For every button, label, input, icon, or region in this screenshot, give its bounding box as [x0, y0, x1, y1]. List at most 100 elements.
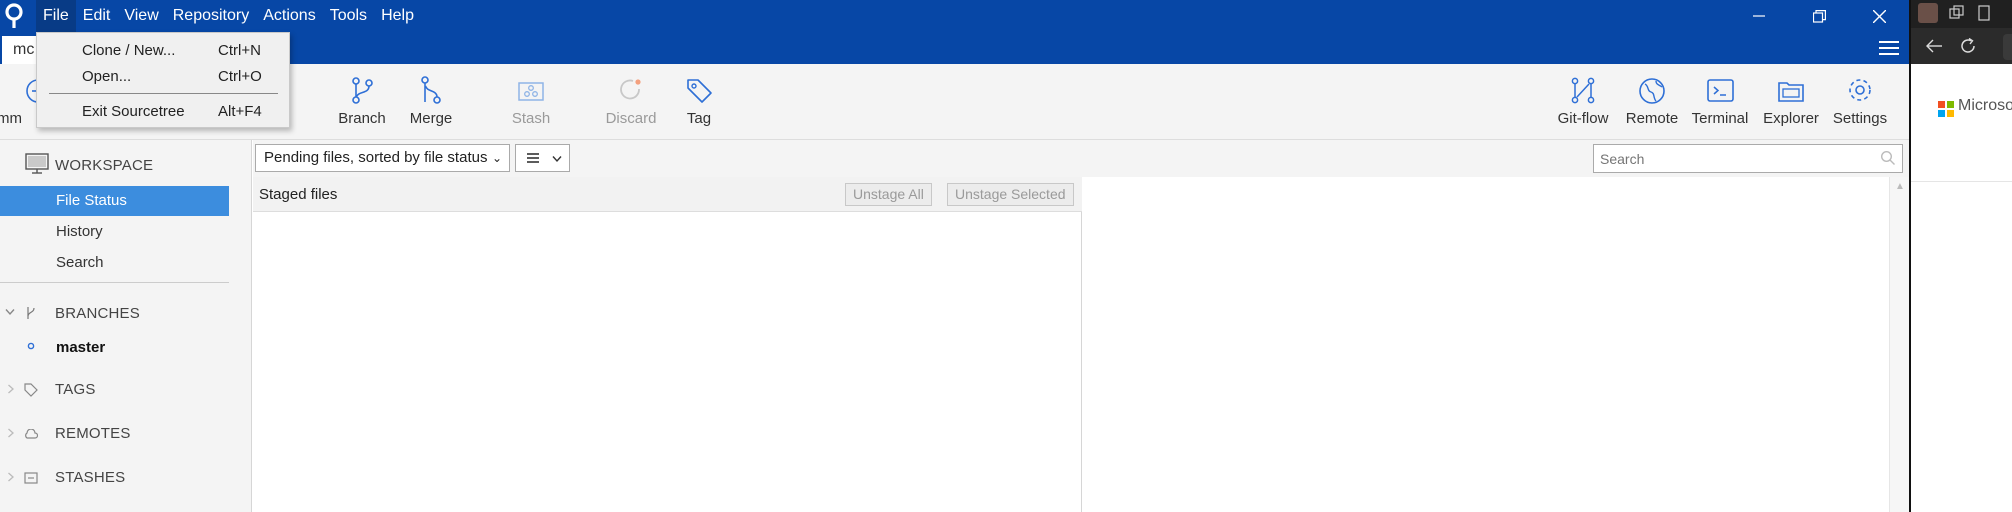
branch-small-icon: [27, 307, 35, 319]
sidebar: WORKSPACE File Status History Search BRA…: [0, 140, 252, 512]
menu-bar: File Edit View Repository Actions Tools …: [36, 0, 421, 32]
diff-pane: [1083, 177, 1889, 512]
minimize-icon: [1753, 15, 1765, 17]
search-icon: [1880, 150, 1895, 165]
window-controls: [1729, 0, 1909, 32]
page-divider: [1911, 181, 2012, 182]
menu-item-shortcut: Ctrl+O: [218, 68, 262, 85]
sidebar-divider: [0, 282, 229, 283]
stashes-header[interactable]: STASHES: [55, 469, 125, 486]
search-input[interactable]: [1594, 145, 1864, 172]
tags-header[interactable]: TAGS: [55, 381, 96, 398]
menu-item-label: Exit Sourcetree: [82, 103, 185, 120]
stash-label: Stash: [511, 110, 551, 127]
menu-item-label: Open...: [82, 68, 132, 85]
settings-label: Settings: [1832, 110, 1888, 127]
microsoft-logo-icon: [1938, 101, 1954, 117]
terminal-icon: [1707, 79, 1734, 102]
brand-text: Microso: [1958, 97, 2012, 114]
menu-item-shortcut: Ctrl+N: [218, 42, 261, 59]
unstage-selected-button[interactable]: Unstage Selected: [947, 183, 1074, 206]
tag-icon: [687, 79, 712, 103]
cloud-icon: [25, 429, 38, 439]
staged-files-title: Staged files: [259, 186, 338, 203]
browser-tab-strip: [1911, 0, 2012, 28]
staged-files-pane: Staged files Unstage All Unstage Selecte…: [253, 177, 1082, 512]
tag-label: Tag: [686, 110, 712, 127]
unstage-all-button[interactable]: Unstage All: [845, 183, 932, 206]
chevron-right-icon[interactable]: [7, 384, 15, 394]
chevron-down-icon[interactable]: [5, 308, 15, 316]
menu-item-clone-new[interactable]: Clone / New... Ctrl+N: [37, 38, 289, 64]
staged-files-header: Staged files Unstage All Unstage Selecte…: [253, 177, 1082, 212]
menu-actions[interactable]: Actions: [256, 0, 322, 32]
collections-icon[interactable]: [1948, 4, 1966, 22]
menu-file[interactable]: File: [36, 0, 76, 32]
branches-header[interactable]: BRANCHES: [55, 305, 140, 322]
file-sort-value: Pending files, sorted by file status: [264, 149, 488, 166]
merge-label: Merge: [409, 110, 453, 127]
search-field[interactable]: [1593, 144, 1903, 173]
menu-item-shortcut: Alt+F4: [218, 103, 262, 120]
gear-icon: [1849, 79, 1871, 101]
stash-button[interactable]: Stash: [486, 74, 576, 127]
scroll-up-arrow-icon[interactable]: ▲: [1895, 181, 1905, 192]
diff-scrollbar[interactable]: ▲: [1889, 177, 1909, 512]
back-arrow-icon[interactable]: [1925, 38, 1943, 54]
gitflow-icon: [1571, 77, 1595, 104]
sidebar-item-file-status[interactable]: File Status: [0, 186, 229, 216]
chevron-right-icon[interactable]: [7, 472, 15, 482]
tag-small-icon: [24, 383, 38, 397]
chevron-down-icon: [552, 156, 562, 163]
menu-item-label: Clone / New...: [82, 42, 176, 59]
chevron-right-icon[interactable]: [7, 428, 15, 438]
branch-icon: [352, 77, 373, 104]
stash-small-icon: [24, 472, 38, 484]
menu-item-open[interactable]: Open... Ctrl+O: [37, 64, 289, 90]
menu-repository[interactable]: Repository: [166, 0, 256, 32]
hamburger-menu-icon[interactable]: [1879, 39, 1899, 57]
restore-button[interactable]: [1789, 0, 1849, 32]
file-sort-dropdown[interactable]: Pending files, sorted by file status ⌄: [255, 144, 510, 172]
browser-window: Microso: [1909, 0, 2012, 512]
merge-icon: [421, 76, 441, 104]
sidebar-item-search[interactable]: Search: [0, 248, 229, 278]
close-button[interactable]: [1849, 0, 1909, 32]
browser-page: Microso: [1911, 64, 2012, 512]
menu-separator: [49, 93, 278, 94]
list-view-icon: [527, 153, 539, 163]
menu-help[interactable]: Help: [374, 0, 421, 32]
globe-icon: [1639, 78, 1665, 104]
workspace-header[interactable]: WORKSPACE: [55, 157, 153, 174]
sourcetree-window: File Edit View Repository Actions Tools …: [0, 0, 1909, 512]
refresh-icon[interactable]: [1959, 37, 1977, 55]
discard-icon: [620, 79, 641, 100]
browser-toolbar: [1911, 28, 2012, 64]
tab-actions-icon[interactable]: [1977, 4, 1991, 22]
menu-view[interactable]: View: [117, 0, 165, 32]
monitor-icon: [25, 153, 49, 174]
address-bar-edge[interactable]: [2003, 34, 2012, 60]
merge-button[interactable]: Merge: [386, 74, 476, 127]
current-branch-dot-icon: [27, 342, 35, 350]
tag-button[interactable]: Tag: [654, 74, 744, 127]
settings-button[interactable]: Settings: [1815, 74, 1905, 127]
file-menu-dropdown: Clone / New... Ctrl+N Open... Ctrl+O Exi…: [36, 32, 290, 128]
view-mode-dropdown[interactable]: [515, 144, 570, 172]
stash-icon: [518, 82, 544, 101]
file-filter-bar: Pending files, sorted by file status ⌄: [253, 140, 1909, 177]
menu-edit[interactable]: Edit: [76, 0, 118, 32]
sidebar-item-history[interactable]: History: [0, 217, 229, 247]
folder-icon: [1778, 82, 1804, 102]
title-bar: File Edit View Repository Actions Tools …: [0, 0, 1909, 32]
remotes-header[interactable]: REMOTES: [55, 425, 131, 442]
sidebar-item-master[interactable]: master: [56, 339, 105, 356]
close-icon: [1872, 9, 1886, 23]
menu-tools[interactable]: Tools: [323, 0, 374, 32]
chevron-down-icon: ⌄: [491, 151, 502, 165]
profile-avatar[interactable]: [1918, 3, 1938, 23]
menu-item-exit[interactable]: Exit Sourcetree Alt+F4: [37, 99, 289, 125]
restore-icon: [1812, 9, 1826, 23]
minimize-button[interactable]: [1729, 0, 1789, 32]
sourcetree-logo-icon: [5, 3, 23, 28]
